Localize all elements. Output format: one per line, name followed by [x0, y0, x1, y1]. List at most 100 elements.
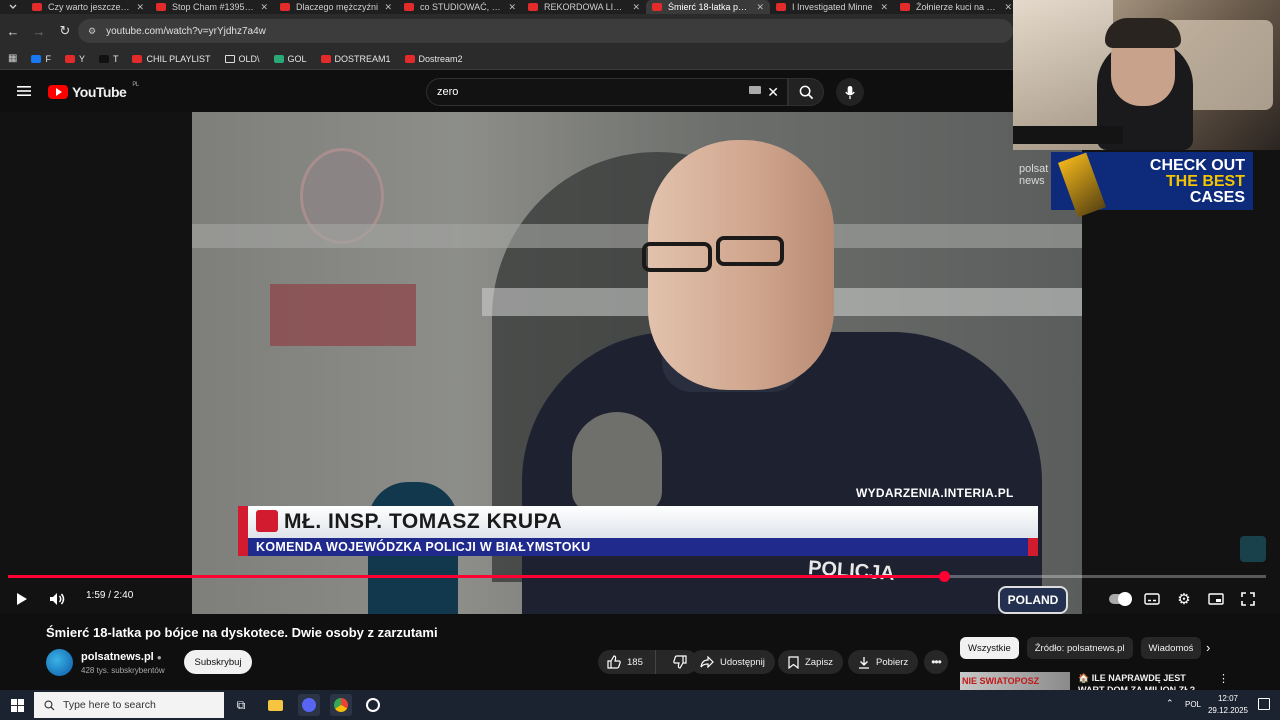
- start-button[interactable]: [6, 694, 28, 716]
- close-tab-icon[interactable]: ✕: [384, 2, 392, 13]
- app-button-2[interactable]: [362, 694, 384, 716]
- forward-button[interactable]: →: [26, 24, 52, 39]
- taskbar-clock[interactable]: 12:07 29.12.2025: [1204, 693, 1252, 717]
- streamer-hair: [1105, 18, 1181, 48]
- youtube-favicon-icon: [280, 3, 290, 11]
- clear-icon[interactable]: ✕: [767, 84, 779, 101]
- browser-tab[interactable]: REKORDOWA LICZBA ✕: [522, 0, 646, 14]
- thumbs-down-icon: [673, 655, 687, 669]
- url-field[interactable]: ⚙ youtube.com/watch?v=yrYjdhz7a4w: [78, 19, 1013, 43]
- close-tab-icon[interactable]: ✕: [632, 2, 640, 13]
- bookmark-label: F: [45, 53, 51, 64]
- filter-chip[interactable]: Wiadomoś: [1140, 637, 1202, 659]
- menu-button[interactable]: [17, 84, 31, 102]
- task-view-button[interactable]: ⧉: [230, 694, 252, 716]
- notification-center-icon[interactable]: [1258, 698, 1270, 710]
- bookmark-item[interactable]: OLD\: [224, 54, 260, 64]
- close-tab-icon[interactable]: ✕: [260, 2, 268, 13]
- fullscreen-button[interactable]: [1238, 588, 1258, 610]
- site-info-icon[interactable]: ⚙: [88, 26, 96, 37]
- folder-icon: [224, 54, 235, 63]
- recommendation-menu-button[interactable]: ⋮: [1218, 672, 1229, 685]
- bookmark-item[interactable]: GOL: [273, 54, 307, 64]
- chrome-icon: [334, 698, 348, 712]
- progress-bar[interactable]: [8, 571, 1266, 582]
- bookmark-item[interactable]: Dostream2: [404, 54, 463, 64]
- bookmark-favicon-icon: [98, 54, 109, 63]
- chips-next-button[interactable]: ›: [1206, 640, 1210, 655]
- tray-overflow-button[interactable]: ⌃: [1166, 698, 1174, 709]
- close-tab-icon[interactable]: ✕: [1004, 2, 1012, 13]
- taskbar-search-placeholder: Type here to search: [63, 699, 156, 711]
- browser-tab[interactable]: Śmierć 18-latka po b ✕: [646, 0, 770, 14]
- tab-search-button[interactable]: [0, 0, 26, 14]
- bookmark-item[interactable]: T: [98, 54, 118, 64]
- task-view-icon: ⧉: [236, 697, 246, 712]
- case-ad-banner[interactable]: CHECK OUT THE BEST CASES: [1051, 152, 1253, 218]
- browser-tab[interactable]: co STUDIOWAĆ, żeby ✕: [398, 0, 522, 14]
- like-button[interactable]: 185: [598, 650, 656, 674]
- bookmark-label: Y: [78, 53, 85, 64]
- bookmark-item[interactable]: F: [31, 54, 51, 64]
- search-input[interactable]: zero ✕: [426, 78, 788, 106]
- search-button[interactable]: [788, 78, 824, 106]
- channel-watermark-icon[interactable]: [1240, 536, 1266, 562]
- browser-tab[interactable]: Dlaczego mężczyźni ✕: [274, 0, 398, 14]
- lower-third-org-bar: KOMENDA WOJEWÓDZKA POLICJI W BIAŁYMSTOKU: [238, 538, 1038, 556]
- close-tab-icon[interactable]: ✕: [880, 2, 888, 13]
- youtube-logo-text: YouTube: [72, 84, 127, 100]
- youtube-logo[interactable]: YouTube PL: [48, 82, 139, 100]
- windows-logo-icon: [10, 698, 24, 712]
- taskbar-search[interactable]: Type here to search: [34, 692, 224, 718]
- filter-chip[interactable]: Wszystkie: [960, 637, 1019, 659]
- close-tab-icon[interactable]: ✕: [508, 2, 516, 13]
- app-button-1[interactable]: [298, 694, 320, 716]
- browser-tab[interactable]: Stop Cham #1395 - N ✕: [150, 0, 274, 14]
- save-button[interactable]: Zapisz: [778, 650, 843, 674]
- close-tab-icon[interactable]: ✕: [136, 2, 144, 13]
- bookmark-item[interactable]: Y: [64, 53, 85, 64]
- tab-title: REKORDOWA LICZBA: [544, 2, 626, 12]
- thumbs-up-icon: [607, 655, 621, 669]
- file-explorer-button[interactable]: [264, 694, 286, 716]
- ad-line-1: CHECK OUT: [1149, 157, 1245, 174]
- settings-button[interactable]: ⚙: [1174, 588, 1194, 610]
- tab-title: co STUDIOWAĆ, żeby: [420, 2, 503, 12]
- back-button[interactable]: ←: [0, 24, 26, 39]
- miniplayer-button[interactable]: [1206, 588, 1226, 610]
- apps-grid-icon[interactable]: ▦: [8, 53, 17, 64]
- source-watermark: WYDARZENIA.INTERIA.PL: [856, 486, 1014, 500]
- reload-button[interactable]: ↻: [52, 23, 78, 39]
- recommendation-title[interactable]: 🏠 ILE NAPRAWDĘ JEST WART DOM ZA MILION Z…: [1078, 672, 1208, 690]
- subscribe-button[interactable]: Subskrybuj: [184, 650, 252, 674]
- subtitles-button[interactable]: [1142, 588, 1162, 610]
- browser-tab[interactable]: Żołnierze kuci na czte ✕: [894, 0, 1018, 14]
- browser-tab[interactable]: Czy warto jeszcze inw ✕: [26, 0, 150, 14]
- autoplay-toggle[interactable]: [1108, 588, 1132, 610]
- filter-chip[interactable]: Źródło: polsatnews.pl: [1026, 637, 1133, 659]
- keyboard-icon[interactable]: [749, 86, 761, 94]
- bookmark-item[interactable]: CHIL PLAYLIST: [132, 54, 211, 64]
- search-icon: [44, 699, 55, 710]
- input-language[interactable]: POL: [1185, 700, 1201, 709]
- chevron-up-icon: ⌃: [1166, 698, 1174, 708]
- recommendation-thumbnail[interactable]: NIE SWIATOPOSZ: [960, 672, 1070, 690]
- bookmark-item[interactable]: DOSTREAM1: [320, 54, 391, 64]
- like-count: 185: [627, 656, 643, 668]
- share-button[interactable]: Udostępnij: [690, 650, 775, 674]
- youtube-favicon-icon: [652, 3, 662, 11]
- browser-tab[interactable]: I Investigated Minne ✕: [770, 0, 894, 14]
- interia-logo-icon: [256, 510, 278, 532]
- streamer-webcam: [1013, 0, 1280, 150]
- more-actions-button[interactable]: •••: [924, 650, 948, 674]
- channel-name[interactable]: polsatnews.pl ●: [81, 651, 162, 663]
- voice-search-button[interactable]: [836, 78, 864, 106]
- volume-button[interactable]: [46, 588, 68, 610]
- progress-scrubber[interactable]: [938, 571, 950, 582]
- close-tab-icon[interactable]: ✕: [756, 2, 764, 13]
- download-button[interactable]: Pobierz: [848, 650, 919, 674]
- channel-avatar[interactable]: [46, 649, 73, 676]
- chrome-button[interactable]: [330, 694, 352, 716]
- play-button[interactable]: [12, 588, 32, 610]
- arrow-right-icon: →: [32, 23, 46, 39]
